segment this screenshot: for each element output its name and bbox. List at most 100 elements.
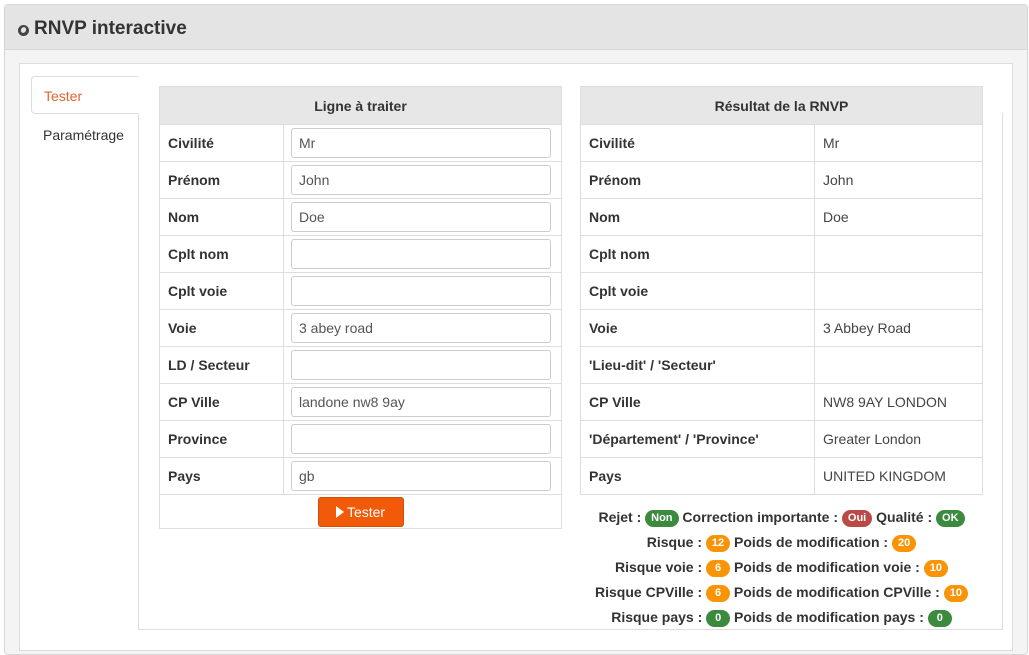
prenom-input[interactable]: [291, 165, 551, 195]
result-value: UNITED KINGDOM: [814, 457, 983, 495]
table-row: Prénom John: [580, 161, 983, 199]
tester-button-label: Tester: [346, 503, 386, 520]
risque-voie-badge: 6: [706, 560, 731, 577]
qualite-badge: OK: [936, 510, 965, 527]
result-label: Prénom: [580, 161, 815, 199]
result-table: Résultat de la RNVP Civilité Mr Prénom Joh…: [580, 86, 983, 495]
risque-pays-label: Risque pays: [611, 609, 694, 625]
poids-voie-badge: 10: [923, 560, 948, 577]
summary-row-status: Rejet : Non Correction importante : Oui …: [580, 505, 983, 530]
result-label: Voie: [580, 309, 815, 347]
summary-row-cpville: Risque CPVille : 6 Poids de modification…: [580, 580, 983, 605]
panel-header: RNVP interactive: [5, 5, 1027, 50]
result-label: Cplt voie: [580, 272, 815, 310]
poids-label: Poids de modification: [734, 534, 880, 550]
result-label: Pays: [580, 457, 815, 495]
table-row: Nom Doe: [580, 198, 983, 236]
table-row: Cplt nom: [159, 235, 562, 273]
summary-row-risque: Risque : 12 Poids de modification : 20: [580, 530, 983, 555]
risque-cpville-badge: 6: [706, 585, 731, 602]
nom-input[interactable]: [291, 202, 551, 232]
qualite-label: Qualité: [876, 509, 924, 525]
result-label: CP Ville: [580, 383, 815, 421]
globe-icon: [18, 24, 29, 36]
field-label: Cplt voie: [159, 272, 284, 310]
result-table-title: Résultat de la RNVP: [580, 86, 983, 125]
field-label: Nom: [159, 198, 284, 236]
table-row: Prénom: [159, 161, 562, 199]
table-row: Civilité Mr: [580, 124, 983, 162]
risque-voie-label: Risque voie: [615, 559, 694, 575]
poids-cpville-label: Poids de modification CPVille: [733, 584, 932, 600]
table-row: Pays UNITED KINGDOM: [580, 457, 983, 495]
table-row: Voie 3 Abbey Road: [580, 309, 983, 347]
pays-input[interactable]: [291, 461, 551, 491]
result-value: [814, 272, 983, 310]
result-label: Civilité: [580, 124, 815, 162]
risque-badge: 12: [705, 535, 731, 552]
table-row: CP Ville: [159, 383, 562, 421]
poids-pays-badge: 0: [927, 610, 952, 627]
table-row: 'Lieu-dit' / 'Secteur': [580, 346, 983, 384]
field-label: Province: [159, 420, 284, 458]
field-label: Prénom: [159, 161, 284, 199]
page-title-text: RNVP interactive: [34, 18, 187, 39]
result-value: [814, 235, 983, 273]
table-row: CP Ville NW8 9AY LONDON: [580, 383, 983, 421]
field-label: Civilité: [159, 124, 284, 162]
input-table: Ligne à traiter Civilité Prénom Nom Cplt…: [159, 86, 562, 529]
result-label: 'Lieu-dit' / 'Secteur': [580, 346, 815, 384]
result-summary: Rejet : Non Correction importante : Oui …: [580, 505, 983, 630]
table-row: Cplt voie: [580, 272, 983, 310]
result-value: Greater London: [814, 420, 983, 458]
correction-label: Correction importante: [682, 509, 830, 525]
panel-body: Tester Paramétrage Ligne à traiter Civil…: [19, 63, 1013, 651]
tab-parametrage[interactable]: Paramétrage: [31, 116, 139, 154]
field-label: Voie: [159, 309, 284, 347]
result-label: Cplt nom: [580, 235, 815, 273]
summary-row-voie: Risque voie : 6 Poids de modification vo…: [580, 555, 983, 580]
correction-badge: Oui: [841, 510, 873, 527]
table-row: Civilité: [159, 124, 562, 162]
page-title: RNVP interactive: [18, 18, 187, 40]
result-value: NW8 9AY LONDON: [814, 383, 983, 421]
civilite-input[interactable]: [291, 128, 551, 158]
rejet-badge: Non: [645, 510, 679, 527]
risque-cpville-label: Risque CPVille: [595, 584, 694, 600]
risque-pays-badge: 0: [706, 610, 731, 627]
cplt-nom-input[interactable]: [291, 239, 551, 269]
result-label: 'Département' / 'Province': [580, 420, 815, 458]
result-value: John: [814, 161, 983, 199]
cp-ville-input[interactable]: [291, 387, 551, 417]
summary-row-pays: Risque pays : 0 Poids de modification pa…: [580, 605, 983, 630]
input-table-title: Ligne à traiter: [159, 86, 562, 125]
voie-input[interactable]: [291, 313, 551, 343]
cplt-voie-input[interactable]: [291, 276, 551, 306]
tab-tester[interactable]: Tester: [31, 76, 139, 114]
rnvp-panel: RNVP interactive Tester Paramétrage Lign…: [4, 4, 1028, 655]
poids-pays-label: Poids de modification pays: [734, 609, 916, 625]
province-input[interactable]: [291, 424, 551, 454]
result-value: [814, 346, 983, 384]
table-row: Voie: [159, 309, 562, 347]
result-label: Nom: [580, 198, 815, 236]
table-row: 'Département' / 'Province' Greater London: [580, 420, 983, 458]
rejet-label: Rejet: [598, 509, 633, 525]
poids-badge: 20: [891, 535, 917, 552]
tester-button[interactable]: Tester: [317, 496, 404, 527]
poids-voie-label: Poids de modification voie: [733, 559, 912, 575]
table-row: Pays: [159, 457, 562, 495]
table-row: Cplt nom: [580, 235, 983, 273]
play-icon: [335, 505, 344, 518]
tabs-container: Tester Paramétrage Ligne à traiter Civil…: [24, 76, 1004, 631]
result-value: Mr: [814, 124, 983, 162]
poids-cpville-badge: 10: [943, 585, 968, 602]
field-label: CP Ville: [159, 383, 284, 421]
field-label: LD / Secteur: [159, 346, 284, 384]
table-row: LD / Secteur: [159, 346, 562, 384]
ld-secteur-input[interactable]: [291, 350, 551, 380]
field-label: Cplt nom: [159, 235, 284, 273]
risque-label: Risque: [646, 534, 694, 550]
result-value: 3 Abbey Road: [814, 309, 983, 347]
table-row: Province: [159, 420, 562, 458]
